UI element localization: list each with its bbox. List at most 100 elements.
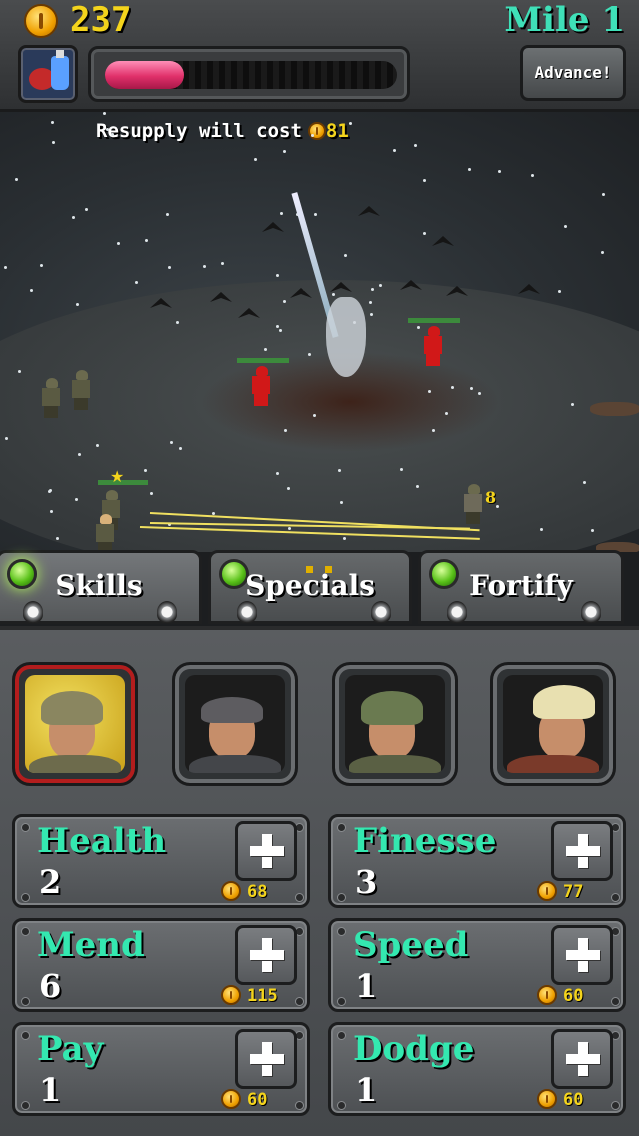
portrait-soldier-2[interactable] [172,662,298,786]
leader-star-icon: ★ [110,467,125,486]
snowflake [15,178,18,181]
tab-fortify[interactable]: Fortify [418,550,624,624]
stat-value: 1 [355,967,378,1005]
stat-value: 2 [39,863,62,901]
snowflake [106,128,109,131]
snowflake [313,414,316,417]
coin-icon [221,1089,241,1109]
upgrade-health-button[interactable] [235,821,297,881]
hinge-ring-icon [23,601,43,623]
stat-name: Speed [353,925,469,965]
upgrade-finesse-button[interactable] [551,821,613,881]
stat-value: 6 [39,967,62,1005]
damage-number: 8 [485,488,497,507]
ally-soldier[interactable] [68,370,94,410]
hinge-ring-icon [157,601,177,623]
snowflake [338,469,341,472]
snowflake [540,528,543,531]
stat-value: 1 [355,1071,378,1109]
coin-icon [221,985,241,1005]
ally-soldier[interactable] [38,378,64,418]
coin-icon [24,4,58,38]
snowflake [78,453,81,456]
snowflake [30,289,33,292]
stat-card-pay: Pay 1 60 [12,1022,310,1116]
tab-skills[interactable]: Skills [0,550,202,624]
hinge-ring-icon [447,601,467,623]
tab-specials[interactable]: Specials [208,550,412,624]
tab-label: Fortify [469,569,573,602]
upgrade-cost: 68 [221,881,267,902]
snowflake [85,208,88,211]
snowflake [371,288,374,291]
snowflake [103,112,106,115]
snowflake [602,193,605,196]
snowflake [56,537,59,540]
ally-soldier[interactable] [92,514,118,552]
snowflake [370,313,373,316]
snowflake [254,158,257,161]
snowflake [414,144,417,147]
snowflake [432,429,435,432]
snowflake [276,325,279,328]
snowflake [76,303,79,306]
soldier-portrait-image [503,675,603,773]
portrait-soldier-4[interactable] [490,662,616,786]
snowflake [400,468,403,471]
smoke-blast [326,297,366,377]
rubble [590,402,639,416]
soldier-portrait-image [25,675,125,773]
snowflake [393,149,396,152]
cost-value: 60 [563,1090,584,1110]
snowflake [276,274,279,277]
cost-value: 60 [247,1090,268,1110]
snowflake [340,501,343,504]
snowflake [276,472,279,475]
snowflake [468,168,471,171]
snowflake [423,179,426,182]
crow-icon [358,206,380,216]
enemy-health-bar [408,318,460,323]
stat-card-mend: Mend 6 115 [12,918,310,1012]
snowflake [52,141,55,144]
resupply-cost: 81 [325,120,349,142]
crow-icon [518,284,540,294]
snowflake [531,174,534,177]
upgrade-mend-button[interactable] [235,925,297,985]
stat-card-health: Health 2 68 [12,814,310,908]
snowflake [379,284,382,287]
hinge-ring-icon [371,601,391,623]
upgrade-cost: 77 [537,881,583,902]
crow-icon [432,236,454,246]
resupply-button[interactable] [18,45,78,103]
stat-name: Finesse [353,821,497,861]
snowflake [40,264,43,267]
hinge-ring-icon [237,601,257,623]
snowflake [145,239,148,242]
snowflake [284,429,287,432]
snowflake [591,529,594,532]
snowflake [478,392,481,395]
stat-name: Pay [37,1029,104,1069]
hinge-ring-icon [581,601,601,623]
cost-value: 68 [247,882,268,902]
battlefield[interactable]: Resupply will cost 81 ★ 8 [0,112,639,552]
upgrade-speed-button[interactable] [551,925,613,985]
enemy-soldier[interactable] [248,366,274,406]
cost-value: 60 [563,986,584,1006]
snowflake [5,437,8,440]
snowflake [170,441,173,444]
snowflake [280,212,283,215]
upgrade-dodge-button[interactable] [551,1029,613,1089]
portrait-soldier-1[interactable] [12,662,138,786]
portrait-soldier-3[interactable] [332,662,458,786]
upgrade-pay-button[interactable] [235,1029,297,1089]
advance-button[interactable]: Advance! [520,45,626,101]
supply-progress-track [105,61,397,89]
snowflake [96,444,99,447]
enemy-soldier[interactable] [420,326,446,366]
snowflake [283,150,286,153]
enemy-soldier-grey[interactable] [460,484,486,524]
snowflake [179,447,182,450]
snowflake [332,293,335,296]
